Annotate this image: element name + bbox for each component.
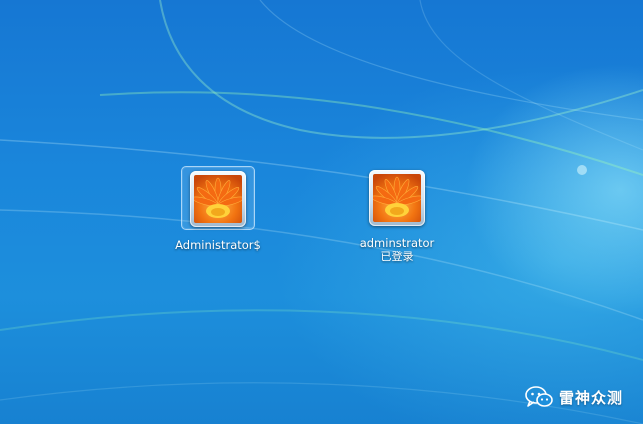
user-status-label: 已登录 <box>380 250 414 263</box>
user-picture-frame <box>369 170 425 226</box>
watermark: 雷神众测 <box>525 385 623 409</box>
user-tile-adminstrator[interactable]: adminstrator 已登录 <box>342 170 452 264</box>
switch-user-screen: Administrator$ adminstrator 已登录 雷神众测 <box>0 0 643 424</box>
user-tile-administrator-dollar[interactable]: Administrator$ <box>163 166 273 252</box>
user-name-label: Administrator$ <box>175 238 261 252</box>
wechat-icon <box>525 386 553 407</box>
desktop-swirls <box>0 0 643 424</box>
tile-selection-highlight <box>181 166 255 230</box>
watermark-text: 雷神众测 <box>559 388 624 407</box>
user-name-label: adminstrator <box>359 236 435 250</box>
orange-flower-icon <box>194 175 242 223</box>
user-picture-frame <box>190 171 246 227</box>
orange-flower-icon <box>373 174 421 222</box>
